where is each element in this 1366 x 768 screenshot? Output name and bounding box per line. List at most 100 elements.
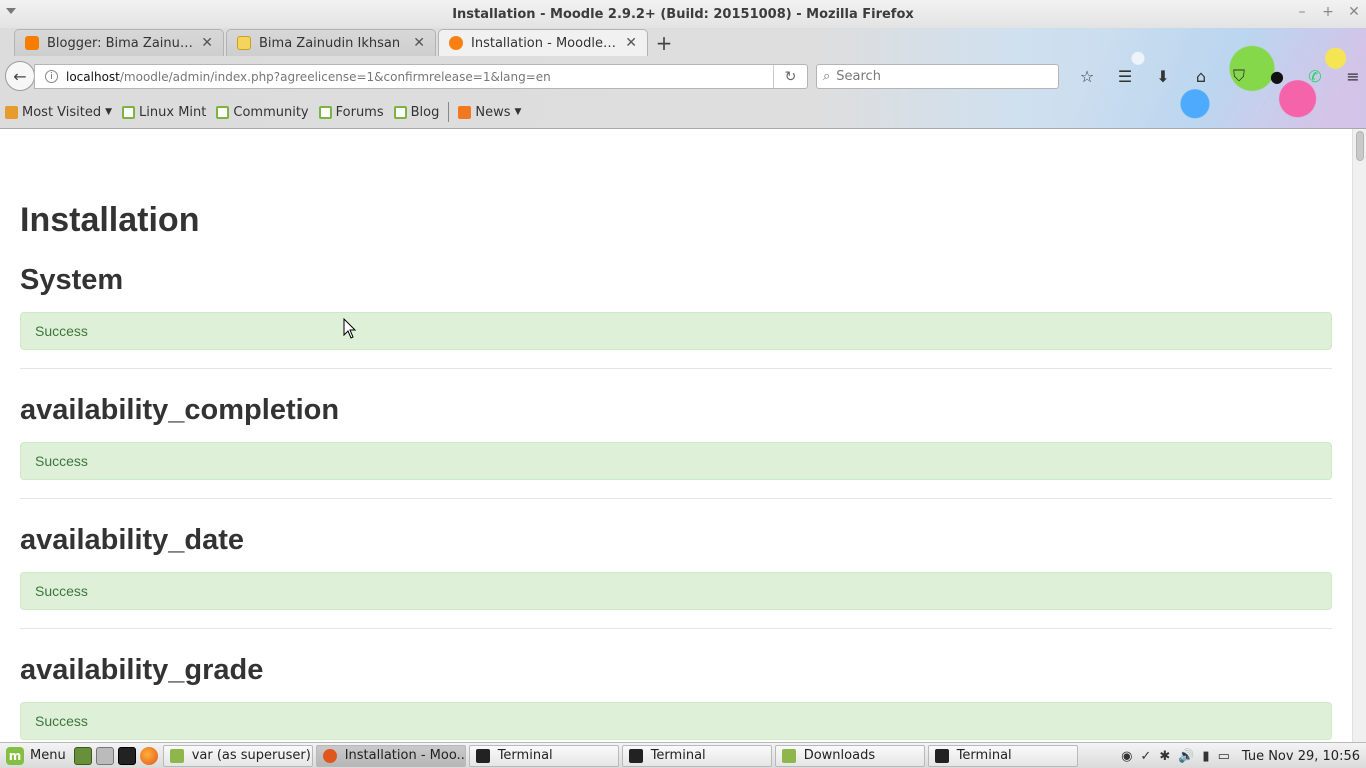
bookmark-linux-mint[interactable]: Linux Mint (117, 105, 211, 120)
section-heading: System (20, 264, 124, 296)
site-favicon-icon (237, 36, 251, 50)
back-arrow-icon: ← (13, 66, 27, 86)
success-notification: Success (20, 442, 1332, 480)
back-button[interactable]: ← (5, 61, 35, 91)
bookmark-blog[interactable]: Blog (389, 105, 445, 120)
linux-mint-logo-icon: m (6, 746, 24, 765)
taskbar-item-terminal-3[interactable]: Terminal (927, 744, 1078, 767)
task-label: Terminal (956, 748, 1012, 763)
show-desktop-icon[interactable] (73, 746, 92, 765)
downloads-icon[interactable]: ⬇ (1144, 64, 1182, 88)
home-icon[interactable]: ⌂ (1182, 64, 1220, 88)
firefox-launcher-icon[interactable] (139, 746, 158, 765)
search-icon: ⌕ (823, 69, 831, 84)
tab-bima[interactable]: Bima Zainudin Ikhsan ✕ (226, 29, 436, 56)
url-path: /moodle/admin/index.php?agreelicense=1&c… (119, 69, 551, 84)
success-notification: Success (20, 312, 1332, 350)
bookmark-label: Forums (335, 104, 384, 120)
bookmarks-bar: Most Visited ▼ Linux Mint Community Foru… (0, 98, 1000, 126)
terminal-icon (475, 748, 490, 763)
url-host: localhost (66, 69, 120, 84)
mint-icon (122, 105, 136, 119)
maximize-button[interactable]: + (1322, 4, 1334, 20)
minimize-button[interactable]: – (1296, 4, 1308, 20)
moodle-icon (449, 36, 463, 50)
bookmark-separator (448, 102, 450, 122)
address-bar[interactable]: i localhost/moodle/admin/index.php?agree… (34, 64, 808, 89)
clock[interactable]: Tue Nov 29, 10:56 (1242, 749, 1360, 764)
bluetooth-icon[interactable]: ✱ (1159, 749, 1170, 764)
tab-close-icon[interactable]: ✕ (413, 35, 425, 51)
window-menu-icon[interactable] (6, 8, 16, 14)
section-heading: availability_date (20, 524, 245, 556)
terminal-icon (628, 748, 643, 763)
task-label: var (as superuser) (191, 748, 311, 763)
site-info-icon[interactable]: i (45, 70, 58, 83)
whatsapp-icon[interactable]: ✆ (1296, 64, 1334, 88)
search-input[interactable]: ⌕ Search (816, 64, 1059, 89)
file-manager-launcher-icon[interactable] (95, 746, 114, 765)
bookmark-most-visited[interactable]: Most Visited ▼ (0, 105, 117, 120)
bookmarks-list-icon[interactable]: ☰ (1106, 64, 1144, 88)
section-divider (20, 368, 1332, 369)
taskbar-item-downloads[interactable]: Downloads (774, 744, 925, 767)
page-title: Installation (20, 201, 200, 239)
mint-icon (216, 105, 230, 119)
start-menu-button[interactable]: m Menu (0, 743, 72, 768)
task-label: Downloads (803, 748, 876, 763)
task-label: Terminal (650, 748, 706, 763)
install-section-availability-date: availability_date Success (20, 522, 1332, 610)
scrollbar-thumb[interactable] (1356, 131, 1364, 161)
search-placeholder: Search (836, 69, 881, 84)
taskbar-item-terminal-2[interactable]: Terminal (621, 744, 772, 767)
menu-label: Menu (30, 748, 66, 763)
folder-icon (5, 105, 18, 119)
hamburger-menu-icon[interactable]: ≡ (1334, 64, 1366, 88)
app-indicator-icon[interactable]: ◉ (1121, 749, 1132, 764)
taskbar-item-var-superuser[interactable]: var (as superuser) (162, 744, 313, 767)
extension-icon[interactable]: ● (1258, 64, 1296, 88)
bookmark-label: Most Visited (22, 104, 102, 120)
bookmark-star-icon[interactable]: ☆ (1068, 64, 1106, 88)
bookmark-label: Linux Mint (139, 104, 207, 120)
tab-blogger[interactable]: Blogger: Bima Zainudin I... ✕ (14, 29, 224, 56)
terminal-launcher-icon[interactable] (117, 746, 136, 765)
pocket-icon[interactable]: ⛉ (1220, 64, 1258, 88)
terminal-icon (934, 748, 949, 763)
new-tab-button[interactable]: + (650, 29, 678, 56)
firefox-icon (322, 748, 337, 763)
folder-icon (169, 748, 184, 763)
blogger-icon (25, 36, 39, 50)
chevron-down-icon: ▼ (514, 107, 522, 117)
mint-icon (393, 105, 407, 119)
tab-moodle-installation[interactable]: Installation - Moodle 2.9.... ✕ (438, 29, 648, 56)
browser-chrome: Blogger: Bima Zainudin I... ✕ Bima Zainu… (0, 28, 1366, 129)
bookmark-community[interactable]: Community (211, 105, 313, 120)
success-notification: Success (20, 572, 1332, 610)
success-notification: Success (20, 702, 1332, 740)
window-titlebar: Installation - Moodle 2.9.2+ (Build: 201… (0, 0, 1366, 28)
taskbar-item-firefox[interactable]: Installation - Moo... (315, 744, 466, 767)
tab-strip: Blogger: Bima Zainudin I... ✕ Bima Zainu… (14, 28, 678, 56)
battery-icon[interactable]: ▭ (1218, 749, 1230, 764)
update-manager-icon[interactable]: ✓ (1140, 749, 1151, 764)
rss-icon (458, 105, 472, 119)
window-title: Installation - Moodle 2.9.2+ (Build: 201… (452, 6, 914, 22)
taskbar: m Menu var (as superuser) Installation -… (0, 742, 1366, 768)
close-window-button[interactable]: ✕ (1348, 4, 1360, 20)
volume-icon[interactable]: 🔊 (1178, 749, 1194, 764)
folder-icon (781, 748, 796, 763)
tab-close-icon[interactable]: ✕ (625, 35, 637, 51)
reload-icon[interactable]: ↻ (773, 65, 807, 88)
install-section-availability-completion: availability_completion Success (20, 392, 1332, 480)
taskbar-item-terminal-1[interactable]: Terminal (468, 744, 619, 767)
vertical-scrollbar[interactable] (1352, 129, 1366, 742)
bookmark-forums[interactable]: Forums (314, 105, 389, 120)
bookmark-label: Blog (410, 104, 440, 120)
tab-close-icon[interactable]: ✕ (201, 35, 213, 51)
mint-icon (318, 105, 332, 119)
section-divider (20, 628, 1332, 629)
section-heading: availability_completion (20, 394, 340, 426)
network-signal-icon[interactable]: ▮ (1202, 749, 1209, 764)
bookmark-news[interactable]: News ▼ (453, 105, 526, 120)
